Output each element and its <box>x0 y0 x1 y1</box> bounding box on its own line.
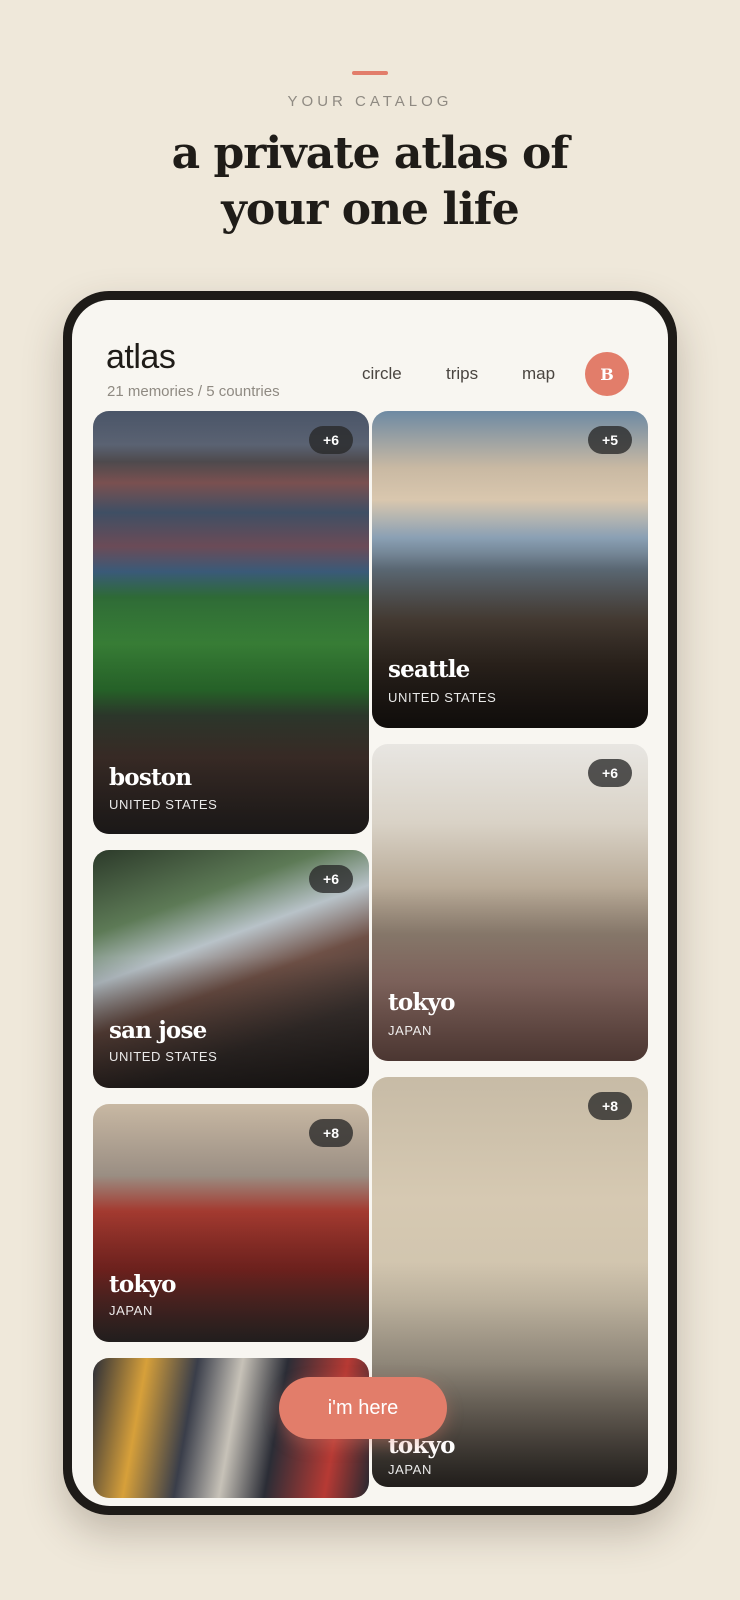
card-seattle[interactable]: +5 seattle UNITED STATES <box>372 411 648 728</box>
count-badge: +6 <box>588 759 632 787</box>
card-san-jose[interactable]: +6 san jose UNITED STATES <box>93 850 369 1088</box>
card-city: san jose <box>109 1017 207 1044</box>
count-badge: +6 <box>309 426 353 454</box>
count-badge: +5 <box>588 426 632 454</box>
card-tokyo-hoodie[interactable]: +8 tokyo JAPAN <box>93 1104 369 1342</box>
count-badge: +8 <box>588 1092 632 1120</box>
card-country: UNITED STATES <box>388 690 497 705</box>
im-here-button[interactable]: i'm here <box>279 1377 447 1439</box>
nav-map[interactable]: map <box>522 364 555 384</box>
app-title: atlas <box>106 338 176 376</box>
card-boston[interactable]: +6 boston UNITED STATES <box>93 411 369 834</box>
card-city: boston <box>109 764 192 791</box>
card-city: seattle <box>388 656 470 683</box>
hero-headline: a private atlas of your one life <box>0 126 740 238</box>
card-city: tokyo <box>388 989 455 1016</box>
hero-headline-line1: a private atlas of <box>171 128 570 179</box>
card-city: tokyo <box>109 1271 176 1298</box>
accent-divider <box>352 71 388 75</box>
app-screen: atlas 21 memories / 5 countries circle t… <box>72 300 668 1506</box>
avatar[interactable]: B <box>585 352 629 396</box>
card-country: UNITED STATES <box>109 1049 218 1064</box>
nav-trips[interactable]: trips <box>446 364 478 384</box>
hero-kicker: YOUR CATALOG <box>287 93 453 110</box>
card-country: UNITED STATES <box>109 797 218 812</box>
card-country: JAPAN <box>109 1303 153 1318</box>
card-tokyo-street[interactable]: +6 tokyo JAPAN <box>372 744 648 1061</box>
app-subtitle: 21 memories / 5 countries <box>107 383 280 400</box>
count-badge: +6 <box>309 865 353 893</box>
card-country: JAPAN <box>388 1023 432 1038</box>
nav-circle[interactable]: circle <box>362 364 402 384</box>
phone-frame: atlas 21 memories / 5 countries circle t… <box>63 291 677 1515</box>
hero-headline-line2: your one life <box>221 184 519 235</box>
card-country: JAPAN <box>388 1462 432 1477</box>
count-badge: +8 <box>309 1119 353 1147</box>
